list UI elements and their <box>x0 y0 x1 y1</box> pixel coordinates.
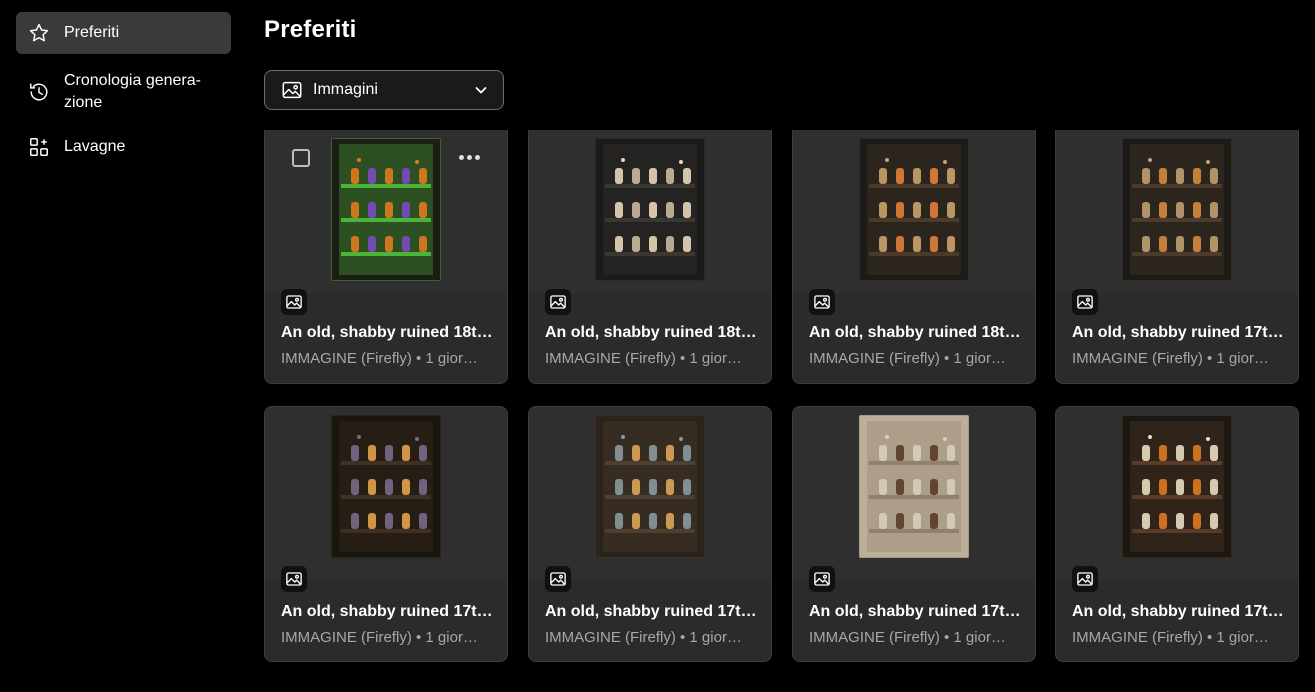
sidebar-item-lavagne[interactable]: Lavagne <box>16 126 231 168</box>
card-title: An old, shabby ruined 18th… <box>545 324 759 341</box>
sidebar: Preferiti Cronologia genera- zione Lavag… <box>16 12 231 168</box>
card-title: An old, shabby ruined 17th… <box>281 603 495 620</box>
image-icon <box>281 79 303 101</box>
image-icon <box>545 289 571 315</box>
image-icon <box>1072 289 1098 315</box>
card-meta: IMMAGINE (Firefly) • 1 gior… <box>809 350 1006 367</box>
sidebar-item-label: Preferiti <box>64 24 120 41</box>
image-thumbnail[interactable] <box>859 415 969 558</box>
history-icon <box>28 81 50 103</box>
dropdown-selected-value: Immagini <box>313 81 378 98</box>
card-title: An old, shabby ruined 17th… <box>1072 603 1286 620</box>
select-checkbox[interactable] <box>292 149 310 167</box>
asset-card[interactable]: An old, shabby ruined 18th… IMMAGINE (Fi… <box>792 130 1036 384</box>
asset-card[interactable]: An old, shabby ruined 17th… IMMAGINE (Fi… <box>264 406 508 662</box>
image-icon <box>281 566 307 592</box>
image-thumbnail[interactable] <box>859 138 969 281</box>
image-icon <box>809 289 835 315</box>
asset-card[interactable]: An old, shabby ruined 18th… IMMAGINE (Fi… <box>528 130 772 384</box>
card-meta: IMMAGINE (Firefly) • 1 gior… <box>1072 350 1269 367</box>
card-meta: IMMAGINE (Firefly) • 1 gior… <box>281 350 478 367</box>
card-meta: IMMAGINE (Firefly) • 1 gior… <box>281 629 478 646</box>
image-icon <box>281 289 307 315</box>
asset-card[interactable]: An old, shabby ruined 17th… IMMAGINE (Fi… <box>792 406 1036 662</box>
image-icon <box>545 566 571 592</box>
image-icon <box>1072 566 1098 592</box>
favorites-grid: An old, shabby ruined 18th… IMMAGINE (Fi… <box>264 130 1300 692</box>
page-title: Preferiti <box>264 16 357 43</box>
sidebar-item-label: Cronologia genera- zione <box>64 72 201 111</box>
asset-card[interactable]: An old, shabby ruined 17th… IMMAGINE (Fi… <box>1055 130 1299 384</box>
card-title: An old, shabby ruined 17th… <box>545 603 759 620</box>
image-icon <box>809 566 835 592</box>
card-meta: IMMAGINE (Firefly) • 1 gior… <box>545 350 742 367</box>
asset-card[interactable]: An old, shabby ruined 17th… IMMAGINE (Fi… <box>1055 406 1299 662</box>
boards-icon <box>28 136 50 158</box>
app: Preferiti Cronologia genera- zione Lavag… <box>0 0 1315 692</box>
image-thumbnail[interactable] <box>331 138 441 281</box>
image-thumbnail[interactable] <box>1122 138 1232 281</box>
image-thumbnail[interactable] <box>595 138 705 281</box>
content-type-dropdown[interactable]: Immagini <box>264 70 504 110</box>
card-title: An old, shabby ruined 17th… <box>809 603 1023 620</box>
card-title: An old, shabby ruined 18th… <box>809 324 1023 341</box>
more-options-icon[interactable] <box>459 150 483 164</box>
image-thumbnail[interactable] <box>1122 415 1232 558</box>
asset-card[interactable]: An old, shabby ruined 18th… IMMAGINE (Fi… <box>264 130 508 384</box>
card-meta: IMMAGINE (Firefly) • 1 gior… <box>545 629 742 646</box>
sidebar-item-cronologia[interactable]: Cronologia genera- zione <box>16 60 231 124</box>
image-thumbnail[interactable] <box>331 415 441 558</box>
star-icon <box>28 22 50 44</box>
image-thumbnail[interactable] <box>595 415 705 558</box>
chevron-down-icon <box>473 82 489 98</box>
sidebar-item-preferiti[interactable]: Preferiti <box>16 12 231 54</box>
asset-card[interactable]: An old, shabby ruined 17th… IMMAGINE (Fi… <box>528 406 772 662</box>
card-title: An old, shabby ruined 18th… <box>281 324 495 341</box>
card-meta: IMMAGINE (Firefly) • 1 gior… <box>1072 629 1269 646</box>
card-meta: IMMAGINE (Firefly) • 1 gior… <box>809 629 1006 646</box>
sidebar-item-label: Lavagne <box>64 138 126 155</box>
card-title: An old, shabby ruined 17th… <box>1072 324 1286 341</box>
